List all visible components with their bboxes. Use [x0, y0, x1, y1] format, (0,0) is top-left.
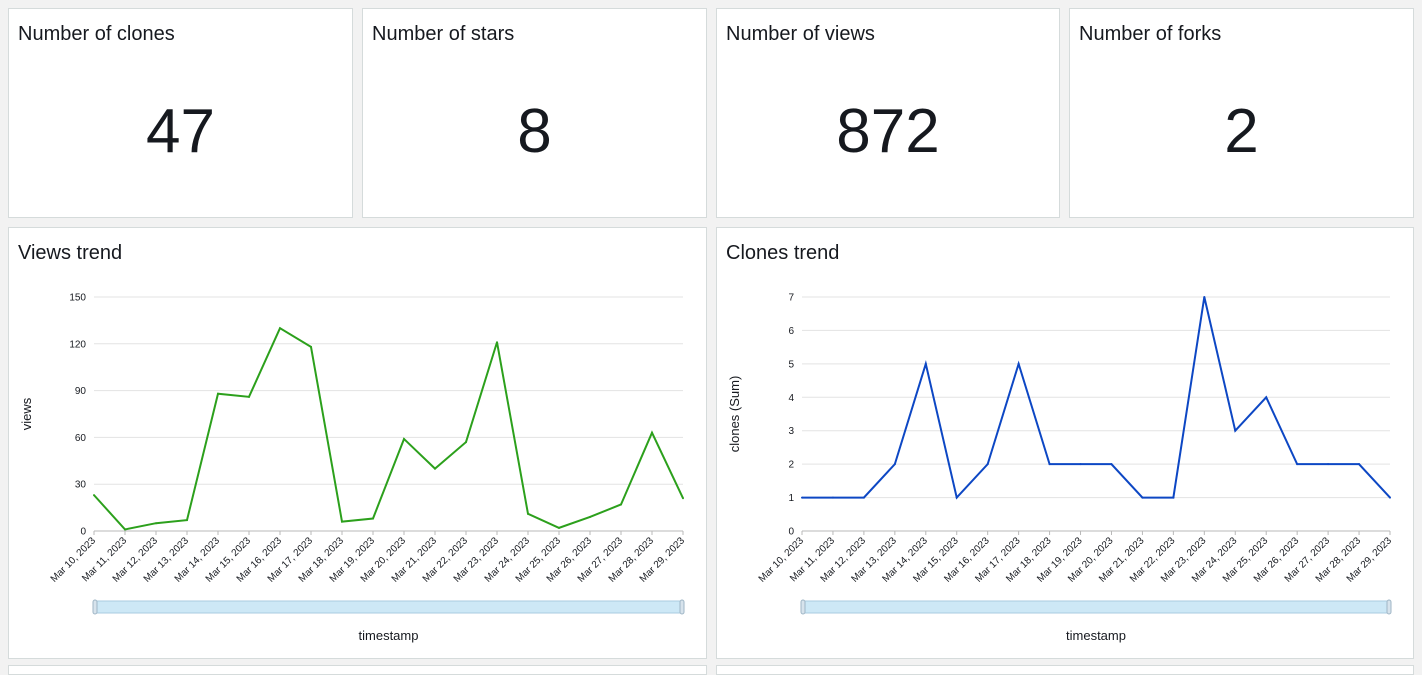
- kpi-value: 2: [1224, 97, 1259, 166]
- data-point: [341, 520, 343, 523]
- data-point: [1048, 463, 1051, 466]
- data-point: [831, 496, 834, 499]
- data-point: [496, 341, 498, 344]
- kpi-title: Number of views: [726, 23, 875, 45]
- data-point: [986, 463, 989, 466]
- data-point: [1172, 496, 1175, 499]
- x-axis-title: timestamp: [1066, 628, 1126, 643]
- kpi-card-views: Number of views 872: [716, 8, 1060, 218]
- kpi-value: 8: [517, 97, 552, 166]
- y-tick-label: 30: [75, 480, 87, 491]
- kpi-title: Number of forks: [1079, 23, 1222, 45]
- data-point: [651, 431, 653, 434]
- y-tick-label: 150: [69, 293, 86, 304]
- data-point: [1234, 429, 1237, 432]
- data-point: [862, 496, 865, 499]
- data-point: [403, 437, 405, 440]
- data-point: [924, 362, 927, 365]
- y-tick-label: 2: [788, 460, 794, 471]
- data-point: [1265, 396, 1268, 399]
- data-point: [620, 503, 622, 506]
- data-point: [1017, 362, 1020, 365]
- data-point: [1110, 463, 1113, 466]
- data-point: [93, 494, 95, 497]
- data-point: [893, 463, 896, 466]
- data-point: [1079, 463, 1082, 466]
- next-card-left: [8, 665, 707, 675]
- kpi-card-clones: Number of clones 47: [8, 8, 353, 218]
- data-point: [124, 528, 126, 531]
- data-point: [1203, 296, 1206, 298]
- range-scrollbar[interactable]: [94, 600, 683, 614]
- series-line: [93, 326, 684, 531]
- range-scrollbar[interactable]: [802, 600, 1390, 614]
- data-point: [465, 441, 467, 444]
- range-handle-left[interactable]: [800, 599, 806, 615]
- views-trend-chart: 0306090120150Mar 10, 2023Mar 11, 2023Mar…: [19, 293, 687, 644]
- data-point: [186, 519, 188, 522]
- y-tick-label: 0: [788, 527, 794, 538]
- data-point: [682, 497, 684, 500]
- clones-trend-card: Clones trend 0 1 2 3 4 5 6 7 Mar 10, 2023 Mar 11,…: [716, 227, 1414, 659]
- y-tick-label: 3: [788, 426, 794, 437]
- views-trend-card: Views trend 0 30 60 90 120 150 Mar 10, 2023 Mar…: [8, 227, 707, 659]
- kpi-value: 47: [146, 97, 215, 166]
- y-tick-label: 1: [788, 493, 794, 504]
- data-point: [1296, 463, 1299, 466]
- data-point: [955, 496, 958, 499]
- clones-trend-chart: 01234567Mar 10, 2023Mar 11, 2023Mar 12, …: [727, 293, 1394, 644]
- range-handle-right[interactable]: [1386, 599, 1392, 615]
- y-tick-label: 90: [75, 386, 87, 397]
- data-point: [155, 522, 157, 525]
- y-tick-label: 6: [788, 326, 794, 337]
- kpi-title: Number of stars: [372, 23, 515, 45]
- kpi-title: Number of clones: [18, 23, 175, 45]
- kpi-value: 872: [836, 97, 940, 166]
- range-handle-right[interactable]: [679, 599, 685, 615]
- y-axis-title: clones (Sum): [727, 376, 742, 453]
- y-axis-title: views: [19, 397, 34, 430]
- range-handle-left[interactable]: [92, 599, 98, 615]
- data-point: [248, 395, 250, 398]
- data-point: [217, 392, 219, 395]
- data-point: [310, 345, 312, 348]
- kpi-card-forks: Number of forks 2: [1069, 8, 1414, 218]
- y-tick-label: 7: [788, 293, 794, 304]
- y-tick-label: 120: [69, 339, 86, 350]
- data-point: [527, 512, 529, 515]
- data-point: [1141, 496, 1144, 499]
- data-point: [1389, 496, 1391, 499]
- data-point: [801, 496, 803, 499]
- x-axis-title: timestamp: [359, 628, 419, 643]
- kpi-card-stars: Number of stars 8: [362, 8, 707, 218]
- y-tick-label: 4: [788, 393, 794, 404]
- data-point: [589, 515, 591, 518]
- y-tick-label: 0: [80, 527, 86, 538]
- y-tick-label: 5: [788, 359, 794, 370]
- data-point: [434, 467, 436, 470]
- data-point: [1327, 463, 1330, 466]
- data-point: [372, 517, 374, 520]
- y-tick-label: 60: [75, 433, 87, 444]
- data-point: [558, 526, 560, 529]
- next-card-right: [716, 665, 1414, 675]
- data-point: [1358, 463, 1361, 466]
- data-point: [279, 327, 281, 330]
